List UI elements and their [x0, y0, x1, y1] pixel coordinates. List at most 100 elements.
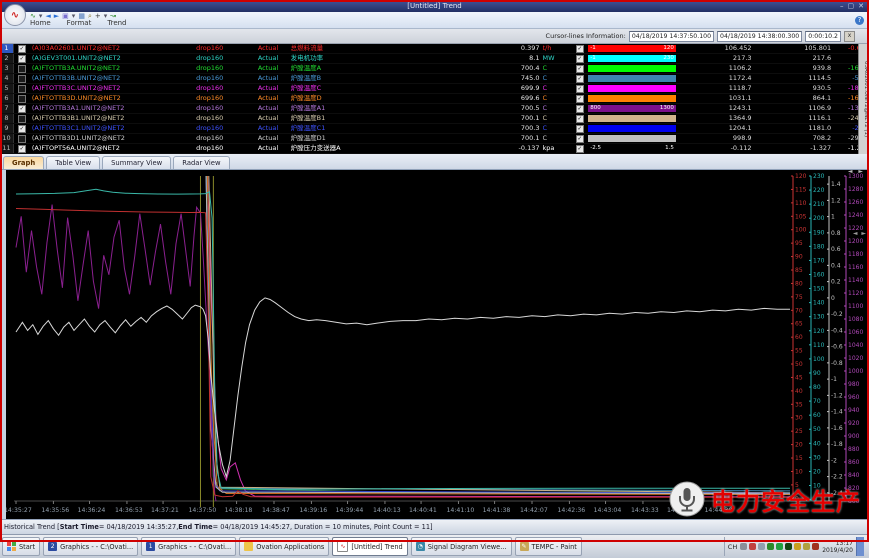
shield-icon[interactable] — [776, 543, 783, 550]
row-number[interactable]: 10 — [0, 134, 14, 143]
alarm-icon[interactable] — [812, 543, 819, 550]
cursor-info-close-icon[interactable]: x — [844, 31, 855, 42]
row-number[interactable]: 5 — [0, 84, 14, 93]
cursor-span-field[interactable]: 0:00:10.2 — [805, 31, 841, 42]
scale-checkbox[interactable]: ✓ — [576, 75, 584, 83]
table-row[interactable]: 5(A)FTOTTB3C.UNIT2@NET2drop160Actual炉膛温度… — [0, 84, 869, 94]
pen-visibility-checkbox[interactable] — [18, 95, 26, 103]
table-row[interactable]: 11✓(A)FTOPT56A.UNIT2@NET2drop160Actual炉膛… — [0, 144, 869, 154]
scale-checkbox[interactable]: ✓ — [576, 105, 584, 113]
scale-checkbox-cell: ✓ — [572, 74, 587, 83]
tab-radar-view[interactable]: Radar View — [173, 156, 229, 169]
pen-color-bar[interactable]: -1230 — [588, 55, 676, 62]
row-number[interactable]: 2 — [0, 54, 14, 63]
table-row[interactable]: 3(A)FTOTTB3A.UNIT2@NET2drop160Actual炉膛温度… — [0, 64, 869, 74]
menu-trend[interactable]: Trend — [107, 19, 126, 27]
taskbar-item[interactable]: Ovation Applications — [239, 537, 329, 556]
table-row[interactable]: 8(A)FTOTTB3B1.UNIT2@NET2drop160Actual炉膛温… — [0, 114, 869, 124]
pen-color-bar[interactable] — [588, 65, 676, 72]
row-number[interactable]: 4 — [0, 74, 14, 83]
scale-checkbox[interactable]: ✓ — [576, 85, 584, 93]
pen-visibility-checkbox[interactable] — [18, 75, 26, 83]
taskbar-item[interactable]: ✎TEMPC - Paint — [515, 537, 582, 556]
pen-color-bar[interactable]: -2.51.5 — [588, 145, 676, 152]
app-button[interactable]: ∿ — [4, 4, 26, 26]
pen-visibility-checkbox[interactable] — [18, 115, 26, 123]
scale-checkbox[interactable]: ✓ — [576, 125, 584, 133]
taskbar-item[interactable]: ◔Signal Diagram Viewe... — [411, 537, 512, 556]
pen-color-bar[interactable]: -1120 — [588, 45, 676, 52]
cursor1-value: 1243.1 — [677, 104, 756, 113]
axis-scroll-arrows-2[interactable]: ◄ ► — [853, 230, 867, 237]
table-row[interactable]: 7✓(A)FTOTTB3A1.UNIT2@NET2drop160Actual炉膛… — [0, 104, 869, 114]
show-desktop-button[interactable] — [856, 537, 864, 556]
scale-checkbox[interactable]: ✓ — [576, 135, 584, 143]
language-indicator[interactable]: CH — [728, 543, 737, 551]
pen-visibility-checkbox[interactable]: ✓ — [18, 145, 26, 153]
cursor1-time-field[interactable]: 04/18/2019 14:37:50.100 — [629, 31, 714, 42]
row-number[interactable]: 8 — [0, 114, 14, 123]
pen-color-bar[interactable] — [588, 75, 676, 82]
scale-checkbox[interactable]: ✓ — [576, 45, 584, 53]
pen-tag: (A)FTOTTB3A.UNIT2@NET2 — [30, 64, 196, 73]
menu-format[interactable]: Format — [67, 19, 92, 27]
row-number[interactable]: 9 — [0, 124, 14, 133]
tab-graph[interactable]: Graph — [3, 156, 44, 169]
pen-color-bar[interactable] — [588, 85, 676, 92]
volume-icon[interactable] — [794, 543, 801, 550]
scale-checkbox[interactable]: ✓ — [576, 145, 584, 153]
taskbar-item[interactable]: 1Graphics - - C:\Ovati... — [141, 537, 236, 556]
pen-visibility-checkbox[interactable]: ✓ — [18, 105, 26, 113]
scale-checkbox[interactable]: ✓ — [576, 55, 584, 63]
menu-home[interactable]: Home — [30, 19, 51, 27]
pen-color-bar[interactable]: 8001300 — [588, 105, 676, 112]
pen-visibility-checkbox[interactable]: ✓ — [18, 55, 26, 63]
maximize-button[interactable]: ▢ — [848, 1, 855, 11]
row-number[interactable]: 11 — [0, 144, 14, 153]
pen-visibility-checkbox[interactable]: ✓ — [18, 45, 26, 53]
table-row[interactable]: 9✓(A)FTOTTB3C1.UNIT2@NET2drop160Actual炉膛… — [0, 124, 869, 134]
table-row[interactable]: 4(A)FTOTTB3B.UNIT2@NET2drop160Actual炉膛温度… — [0, 74, 869, 84]
close-button[interactable]: ✕ — [858, 1, 864, 11]
trend-graph[interactable]: 14:35:2714:35:5614:36:2414:36:5314:37:21… — [0, 170, 869, 519]
start-button[interactable]: Start — [2, 537, 40, 556]
help-icon[interactable]: ? — [855, 16, 864, 25]
table-row[interactable]: 6(A)FTOTTB3D.UNIT2@NET2drop160Actual炉膛温度… — [0, 94, 869, 104]
taskbar-item[interactable]: 2Graphics - - C:\Ovati... — [43, 537, 138, 556]
row-number[interactable]: 1 — [0, 44, 14, 53]
pen-color-bar[interactable] — [588, 135, 676, 142]
cursor2-time-field[interactable]: 04/18/2019 14:38:00.300 — [717, 31, 802, 42]
svg-text:1040: 1040 — [848, 342, 863, 349]
scale-checkbox[interactable]: ✓ — [576, 65, 584, 73]
pen-visibility-checkbox[interactable] — [18, 85, 26, 93]
row-number[interactable]: 3 — [0, 64, 14, 73]
row-number[interactable]: 7 — [0, 104, 14, 113]
display-icon[interactable] — [767, 543, 774, 550]
ovation-agent-icon[interactable] — [785, 543, 792, 550]
time-axis-label: 14:39:16 — [299, 507, 327, 514]
pen-visibility-checkbox[interactable] — [18, 65, 26, 73]
trend-graph-canvas[interactable]: 14:35:2714:35:5614:36:2414:36:5314:37:21… — [6, 170, 868, 519]
flag-icon[interactable] — [758, 543, 765, 550]
minimize-button[interactable]: – — [840, 1, 844, 11]
scale-checkbox[interactable]: ✓ — [576, 115, 584, 123]
alert-icon[interactable] — [749, 543, 756, 550]
tab-summary-view[interactable]: Summary View — [102, 156, 171, 169]
axis-scroll-arrows[interactable]: ◄ ► — [848, 168, 865, 175]
tab-table-view[interactable]: Table View — [46, 156, 100, 169]
pen-mode: Actual — [258, 84, 291, 93]
pen-visibility-checkbox[interactable] — [18, 135, 26, 143]
table-row[interactable]: 1✓(A)03A02601.UNIT2@NET2drop160Actual总燃料… — [0, 44, 869, 54]
table-row[interactable]: 2✓(A)GEV3T001.UNIT2@NET2drop160Actual发电机… — [0, 54, 869, 64]
pen-color-bar[interactable] — [588, 125, 676, 132]
pen-color-bar[interactable] — [588, 95, 676, 102]
tablet-icon[interactable] — [740, 543, 747, 550]
pen-visibility-checkbox[interactable]: ✓ — [18, 125, 26, 133]
taskbar-item[interactable]: ∿[Untitled] Trend — [332, 537, 407, 556]
update-icon[interactable] — [803, 543, 810, 550]
pen-color-bar-cell — [587, 124, 677, 133]
pen-color-bar[interactable] — [588, 115, 676, 122]
row-number[interactable]: 6 — [0, 94, 14, 103]
scale-checkbox[interactable]: ✓ — [576, 95, 584, 103]
table-row[interactable]: 10(A)FTOTTB3D1.UNIT2@NET2drop160Actual炉膛… — [0, 134, 869, 144]
